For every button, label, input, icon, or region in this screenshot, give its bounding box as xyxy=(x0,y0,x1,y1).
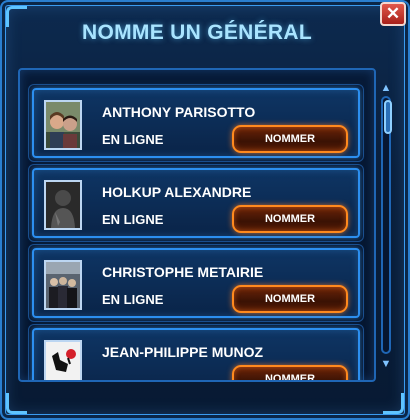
avatar xyxy=(44,340,82,380)
list-item: CHRISTOPHE METAIRIE EN LIGNE NOMMER xyxy=(28,244,364,322)
scroll-up-icon[interactable]: ▲ xyxy=(376,82,396,94)
close-icon: ✕ xyxy=(385,4,401,23)
candidate-name: JEAN-PHILIPPE MUNOZ xyxy=(102,344,264,360)
corner-accent xyxy=(6,393,27,414)
general-select-dialog: NOMME UN GÉNÉRAL ✕ ANTHONY PARISOTTO EN xyxy=(0,0,410,420)
list-item: HOLKUP ALEXANDRE EN LIGNE NOMMER xyxy=(28,164,364,242)
dialog-title: NOMME UN GÉNÉRAL xyxy=(82,21,312,44)
scroll-rail[interactable] xyxy=(381,96,392,354)
candidate-list[interactable]: ANTHONY PARISOTTO EN LIGNE NOMMER HOLKUP… xyxy=(18,68,376,382)
corner-accent xyxy=(383,393,404,414)
dark-figure-photo-icon xyxy=(46,182,80,228)
avatar xyxy=(44,100,82,150)
graffiti-photo-icon xyxy=(46,342,80,380)
nommer-button[interactable]: NOMMER xyxy=(232,125,348,153)
candidate-name: HOLKUP ALEXANDRE xyxy=(102,184,252,200)
status-label: EN LIGNE xyxy=(102,292,164,307)
nommer-button[interactable]: NOMMER xyxy=(232,365,348,380)
two-people-photo-icon xyxy=(46,102,80,148)
nommer-button[interactable]: NOMMER xyxy=(232,205,348,233)
group-photo-icon xyxy=(46,262,80,308)
scrollbar[interactable]: ▲ ▼ xyxy=(376,82,396,370)
list-item: ANTHONY PARISOTTO EN LIGNE NOMMER xyxy=(28,84,364,162)
title-bar: NOMME UN GÉNÉRAL xyxy=(12,10,382,56)
close-button[interactable]: ✕ xyxy=(380,2,406,26)
avatar xyxy=(44,180,82,230)
candidate-name: ANTHONY PARISOTTO xyxy=(102,104,256,120)
nommer-button[interactable]: NOMMER xyxy=(232,285,348,313)
status-label: EN LIGNE xyxy=(102,132,164,147)
scroll-down-icon[interactable]: ▼ xyxy=(376,358,396,370)
list-item: JEAN-PHILIPPE MUNOZ NOMMER xyxy=(28,324,364,380)
status-label: EN LIGNE xyxy=(102,212,164,227)
candidate-name: CHRISTOPHE METAIRIE xyxy=(102,264,264,280)
scroll-thumb[interactable] xyxy=(384,100,392,134)
avatar xyxy=(44,260,82,310)
